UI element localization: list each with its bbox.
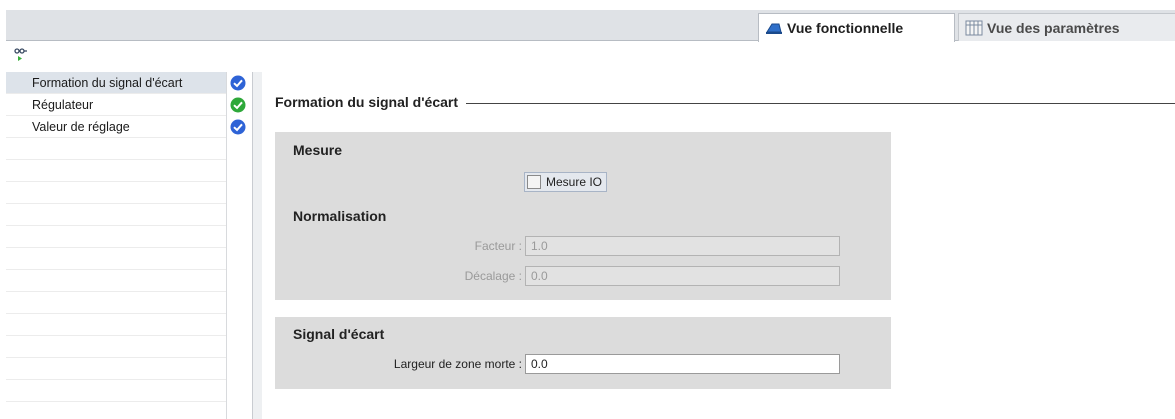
nav-empty-row: [6, 358, 226, 380]
navigation-icon[interactable]: [14, 48, 28, 62]
nav-empty-row: [6, 336, 226, 358]
decalage-label: Décalage :: [464, 269, 522, 283]
nav-scrollbar[interactable]: [252, 72, 262, 419]
nav-empty-row: [6, 292, 226, 314]
nav-item-valeur-reglage[interactable]: Valeur de réglage: [6, 116, 226, 138]
tab-functional-view[interactable]: Vue fonctionnelle: [758, 13, 955, 42]
mesure-io-label: Mesure IO: [546, 175, 603, 189]
section-title: Formation du signal d'écart: [275, 94, 467, 110]
tab-parameter-view[interactable]: Vue des paramètres: [958, 13, 1175, 41]
nav-item-regulateur[interactable]: Régulateur: [6, 94, 226, 116]
functional-view-icon: [765, 20, 783, 36]
nav-empty-row: [6, 204, 226, 226]
mesure-io-checkbox[interactable]: [527, 175, 541, 189]
mesure-group: Mesure Mesure IO Normalisation Facteur :…: [275, 132, 891, 300]
tab-functional-view-label: Vue fonctionnelle: [787, 20, 904, 36]
nav-empty-row: [6, 314, 226, 336]
check-blue-icon: [230, 75, 246, 91]
nav-empty-row: [6, 248, 226, 270]
section-navigation: Formation du signal d'écart Régulateur V…: [6, 72, 262, 419]
nav-divider: [226, 72, 227, 419]
nav-empty-row: [6, 182, 226, 204]
nav-item-label: Valeur de réglage: [32, 119, 130, 134]
facteur-label: Facteur :: [474, 239, 522, 253]
signal-ecart-title: Signal d'écart: [293, 326, 385, 342]
signal-ecart-group: Signal d'écart Largeur de zone morte : 0…: [275, 317, 891, 389]
nav-item-label: Formation du signal d'écart: [32, 75, 183, 90]
parameter-view-icon: [965, 20, 983, 36]
view-tab-bar: Vue fonctionnelle Vue des paramètres: [6, 10, 1175, 42]
nav-empty-row: [6, 160, 226, 182]
nav-empty-row: [6, 138, 226, 160]
check-blue-icon: [230, 119, 246, 135]
zone-morte-label: Largeur de zone morte :: [393, 357, 522, 371]
decalage-field: 0.0: [525, 266, 840, 286]
nav-item-label: Régulateur: [32, 97, 94, 112]
nav-empty-row: [6, 380, 226, 402]
tab-parameter-view-label: Vue des paramètres: [987, 19, 1120, 36]
nav-item-formation-signal-ecart[interactable]: Formation du signal d'écart: [6, 72, 226, 94]
facteur-field: 1.0: [525, 236, 840, 256]
normalisation-title: Normalisation: [293, 208, 387, 224]
nav-empty-row: [6, 270, 226, 292]
nav-empty-row: [6, 226, 226, 248]
check-green-icon: [230, 97, 246, 113]
mesure-io-option[interactable]: Mesure IO: [524, 172, 608, 192]
mesure-title: Mesure: [293, 142, 343, 158]
zone-morte-input[interactable]: 0.0: [525, 354, 840, 374]
